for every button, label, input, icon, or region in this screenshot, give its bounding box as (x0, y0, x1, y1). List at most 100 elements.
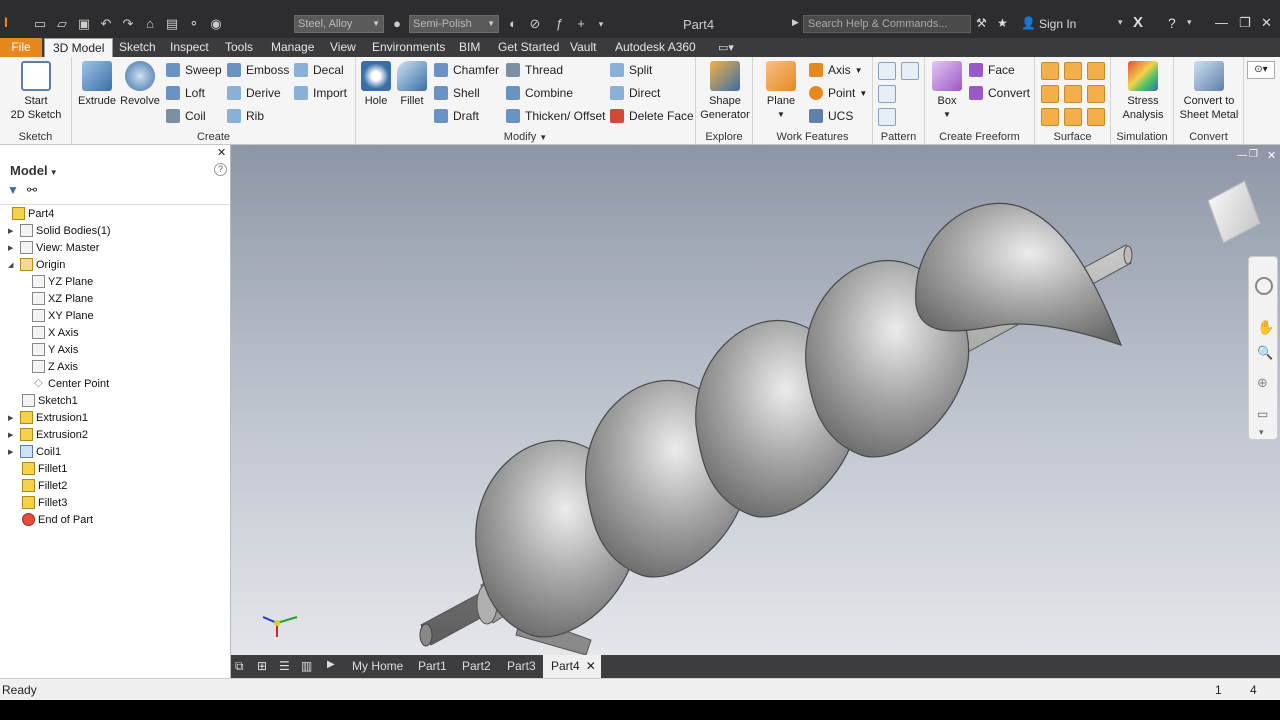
tree-item-xz-plane[interactable]: XZ Plane (32, 290, 93, 307)
fx-icon[interactable]: ƒ (551, 16, 567, 32)
zoom-icon[interactable]: 🔍 (1257, 345, 1273, 361)
tab-get-started[interactable]: Get Started (490, 38, 567, 57)
sketch-driven-pattern-icon[interactable] (878, 108, 896, 126)
doc-list-icon[interactable]: ▶ (327, 659, 335, 670)
convert-to-sheet-metal-button[interactable]: Convert to Sheet Metal (1176, 61, 1242, 122)
tree-item-yz-plane[interactable]: YZ Plane (32, 273, 93, 290)
point-button[interactable]: Point ▼ (809, 84, 867, 102)
viewport-restore-icon[interactable]: ❐ (1249, 149, 1258, 160)
minimize-icon[interactable]: — (1215, 15, 1228, 30)
appearance-select[interactable]: Semi-Polish ▼ (409, 15, 499, 33)
decal-button[interactable]: Decal (294, 61, 344, 79)
tree-item-solid-bodies[interactable]: ▶ Solid Bodies(1) (8, 222, 111, 239)
doc-tab-part1[interactable]: Part1 (418, 655, 447, 678)
circular-pattern-icon[interactable] (878, 85, 896, 103)
draft-button[interactable]: Draft (434, 107, 479, 125)
start-2d-sketch-button[interactable]: Start 2D Sketch (6, 61, 66, 122)
look-at-icon[interactable]: ▭ (1257, 407, 1268, 421)
sweep-button[interactable]: Sweep (166, 61, 222, 79)
open-icon[interactable]: ▱ (54, 16, 70, 32)
undo-icon[interactable]: ↶ (98, 16, 114, 32)
adjust-icon[interactable]: ◐ (505, 16, 521, 32)
import-button[interactable]: Import (294, 84, 347, 102)
browser-help-icon[interactable]: ? (214, 163, 227, 176)
tree-item-extrusion1[interactable]: ▶ Extrusion1 (8, 409, 88, 426)
shape-generator-button[interactable]: Shape Generator (699, 61, 751, 122)
viewport-minimize-icon[interactable]: — (1237, 150, 1247, 161)
pan-icon[interactable]: ✋ (1257, 319, 1274, 336)
viewport-close-icon[interactable]: ✕ (1267, 149, 1276, 162)
rectangular-pattern-icon[interactable] (878, 62, 896, 80)
extrude-button[interactable]: Extrude (78, 61, 116, 108)
sign-in-link[interactable]: Sign In (1039, 17, 1076, 31)
fit-mesh-face-icon[interactable] (1087, 108, 1105, 126)
tree-item-sketch1[interactable]: Sketch1 (22, 392, 78, 409)
material-select[interactable]: Steel, Alloy ▼ (294, 15, 384, 33)
help-icon[interactable]: ? (1168, 15, 1176, 31)
favorites-icon[interactable]: ★ (997, 16, 1008, 30)
ribbon-toggle-icon[interactable]: ▭▾ (718, 41, 734, 54)
combine-button[interactable]: Combine (506, 84, 573, 102)
search-input[interactable]: Search Help & Commands... (803, 15, 971, 33)
tile-icon[interactable]: ⊞ (257, 659, 267, 673)
repair-bodies-icon[interactable] (1064, 108, 1082, 126)
tab-bim[interactable]: BIM (451, 38, 488, 57)
replace-face-icon[interactable] (1041, 108, 1059, 126)
signin-dropdown-icon[interactable]: ▾ (1118, 17, 1123, 28)
stress-analysis-button[interactable]: Stress Analysis (1115, 61, 1171, 122)
graphics-viewport[interactable]: — ❐ ✕ (231, 145, 1280, 655)
tree-item-y-axis[interactable]: Y Axis (32, 341, 78, 358)
steering-wheel-icon[interactable] (1255, 277, 1273, 295)
doc-tab-my-home[interactable]: My Home (352, 655, 403, 678)
tree-item-part4[interactable]: Part4 (12, 205, 54, 222)
extend-icon[interactable] (1064, 85, 1082, 103)
expand-icon[interactable]: ▶ (8, 227, 17, 235)
navbar-menu-icon[interactable]: ▾ (1259, 427, 1264, 438)
modify-panel-label[interactable]: Modify ▼ (356, 131, 695, 143)
shell-button[interactable]: Shell (434, 84, 480, 102)
search-arrow-icon[interactable]: ▶ (792, 17, 799, 28)
doc-tab-part3[interactable]: Part3 (507, 655, 536, 678)
thread-button[interactable]: Thread (506, 61, 563, 79)
convert-button[interactable]: Convert (969, 84, 1030, 102)
stitch-icon[interactable] (1041, 62, 1059, 80)
coil-button[interactable]: Coil (166, 107, 206, 125)
plane-button[interactable]: Plane ▼ (761, 61, 801, 122)
update-icon[interactable]: ▤ (164, 16, 180, 32)
tree-item-end-of-part[interactable]: End of Part (22, 511, 93, 528)
exchange-icon[interactable]: X (1133, 14, 1143, 31)
help-dropdown-icon[interactable]: ▾ (1187, 17, 1192, 28)
browser-title[interactable]: Model ▼ (10, 163, 58, 178)
ribbon-options-button[interactable]: ⊙▾ (1247, 61, 1275, 79)
clear-appearance-icon[interactable]: ⊘ (527, 16, 543, 32)
auger-model[interactable] (231, 145, 1280, 655)
tree-item-extrusion2[interactable]: ▶ Extrusion2 (8, 426, 88, 443)
hole-button[interactable]: Hole (360, 61, 392, 108)
doc-tab-part4[interactable]: Part4 ✕ (543, 655, 601, 678)
filter-icon[interactable]: ▼ (7, 183, 19, 197)
browser-close-icon[interactable]: ✕ (217, 146, 226, 159)
patch-icon[interactable] (1064, 62, 1082, 80)
tree-item-center-point[interactable]: ◇ Center Point (32, 375, 109, 392)
ucs-button[interactable]: UCS (809, 107, 853, 125)
tree-item-origin[interactable]: ◢ Origin (8, 256, 65, 273)
select-icon[interactable]: ⚬ (186, 16, 202, 32)
loft-button[interactable]: Loft (166, 84, 205, 102)
home-icon[interactable]: ⌂ (142, 16, 158, 32)
tab-sketch[interactable]: Sketch (111, 38, 164, 57)
tree-item-coil1[interactable]: ▶ Coil1 (8, 443, 61, 460)
doc-tab-close-icon[interactable]: ✕ (586, 659, 596, 673)
tree-item-x-axis[interactable]: X Axis (32, 324, 79, 341)
tab-manage[interactable]: Manage (263, 38, 322, 57)
tab-3d-model[interactable]: 3D Model (44, 38, 114, 57)
sculpt-icon[interactable] (1087, 62, 1105, 80)
split-button[interactable]: Split (610, 61, 652, 79)
ruled-surface-icon[interactable] (1087, 85, 1105, 103)
chamfer-button[interactable]: Chamfer (434, 61, 499, 79)
mirror-icon[interactable] (901, 62, 919, 80)
tree-item-view-master[interactable]: ▶ View: Master (8, 239, 99, 256)
tab-vault[interactable]: Vault (562, 38, 604, 57)
find-icon[interactable]: ⚯ (27, 183, 37, 197)
expand-icon[interactable]: ▶ (8, 244, 17, 252)
new-icon[interactable]: ▭ (32, 16, 48, 32)
